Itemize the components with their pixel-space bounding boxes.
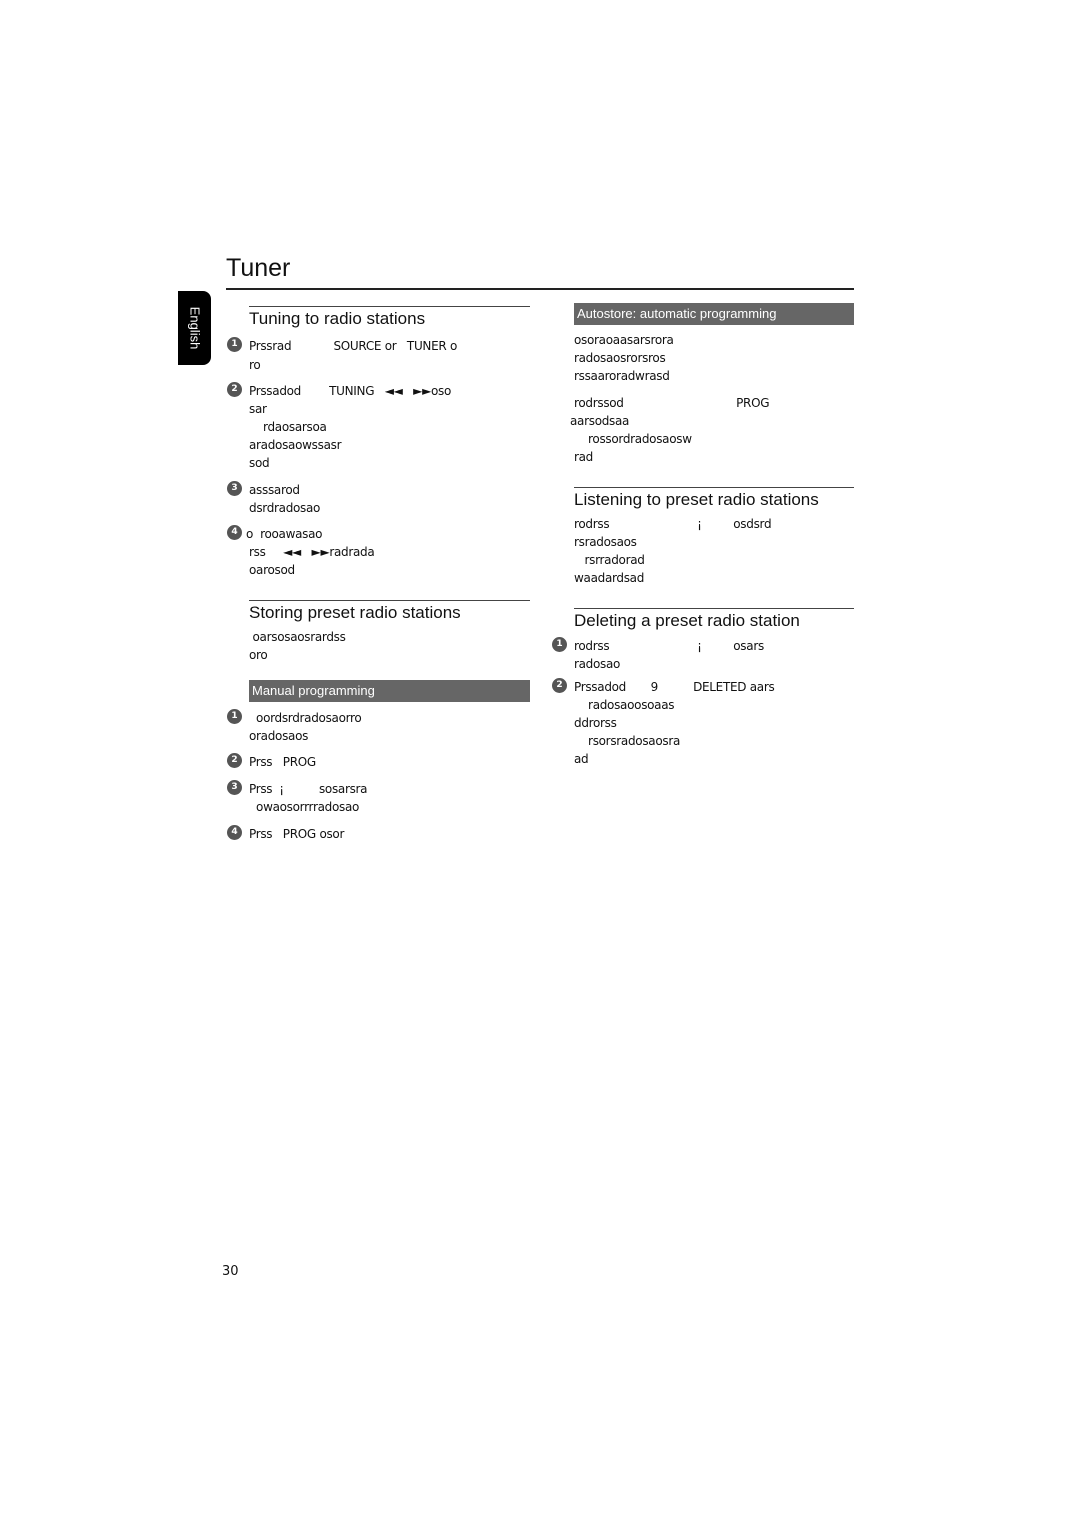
deleting-step-1-line-1: rodrss ¡ osars	[574, 639, 764, 653]
title-divider	[226, 288, 854, 290]
tuning-step-4-line-2: rss ◄◄ ►►radrada	[249, 545, 375, 559]
tuning-step-2-line-1: Prssadod TUNING ◄◄ ►►oso	[249, 384, 452, 398]
storing-heading: Storing preset radio stations	[249, 603, 461, 622]
storing-intro-line-1: oarsosaosrardss	[249, 630, 346, 644]
section-divider	[574, 487, 854, 488]
step-number-icon: 1	[227, 709, 242, 724]
listening-line-4: waadardsad	[574, 571, 645, 585]
listening-line-3: rsrradorad	[574, 553, 645, 567]
language-tab-label: English	[187, 306, 202, 350]
listening-line-1: rodrss ¡ osdsrd	[574, 517, 772, 531]
deleting-step-2-line-4: rsorsradosaosra	[574, 734, 681, 748]
section-divider	[249, 600, 530, 601]
deleting-heading: Deleting a preset radio station	[574, 611, 800, 630]
manual-step-1-line-2: oradosaos	[249, 729, 309, 743]
tuning-step-2-line-4: aradosaowssasr	[249, 438, 342, 452]
autostore-para2-line-4: rad	[574, 450, 594, 464]
step-number-icon: 1	[227, 337, 242, 352]
storing-intro-line-2: oro	[249, 648, 268, 662]
deleting-step-1-line-2: radosao	[574, 657, 621, 671]
section-divider	[574, 608, 854, 609]
autostore-bar: Autostore: automatic programming	[574, 303, 854, 325]
tuning-step-2-line-5: sod	[249, 456, 270, 470]
step-text: Prssrad SOURCE or TUNER o	[249, 339, 457, 353]
tuning-heading: Tuning to radio stations	[249, 309, 426, 328]
tuning-step-2-line-2: sar	[249, 402, 267, 416]
step-number-icon: 3	[227, 481, 242, 496]
step-number-icon: 4	[227, 825, 242, 840]
step-number-icon: 2	[552, 678, 567, 693]
autostore-para1-line-2: radosaosrorsros	[574, 351, 666, 365]
page-title: Tuner	[226, 254, 291, 282]
manual-step-2-line-1: Prss PROG	[249, 755, 316, 769]
autostore-para1-line-1: osoraoaasarsrora	[574, 333, 674, 347]
language-tab: English	[178, 291, 211, 365]
page-number: 30	[222, 1264, 239, 1279]
tuning-step-2-line-3: rdaosarsoa	[249, 420, 327, 434]
tuning-step-4-line-3: oarosod	[249, 563, 295, 577]
manual-programming-bar: Manual programming	[249, 680, 530, 702]
listening-line-2: rsradosaos	[574, 535, 637, 549]
step-number-icon: 1	[552, 637, 567, 652]
deleting-step-2-line-5: ad	[574, 752, 589, 766]
manual-step-4-line-1: Prss PROG osor	[249, 827, 345, 841]
step-number-icon: 3	[227, 780, 242, 795]
autostore-para2-line-2: aarsodsaa	[570, 414, 630, 428]
tuning-step-4-line-1: o rooawasao	[246, 527, 323, 541]
section-divider	[249, 306, 530, 307]
tuning-step-3-line-2: dsrdradosao	[249, 501, 321, 515]
manual-step-3-line-2: owaosorrrradosao	[249, 800, 360, 814]
step-number-icon: 2	[227, 753, 242, 768]
autostore-para1-line-3: rssaaroradwrasd	[574, 369, 670, 383]
tuning-step-3-line-1: asssarod	[249, 483, 300, 497]
step-number-icon: 2	[227, 382, 242, 397]
manual-step-3-line-1: Prss ¡ sosarsra	[249, 782, 368, 796]
deleting-step-2-line-1: Prssadod 9 DELETED aars	[574, 680, 775, 694]
deleting-step-2-line-2: radosaoosoaas	[574, 698, 675, 712]
tuning-step-1-line-1: Prssrad SOURCE or TUNER o	[249, 337, 457, 356]
step-number-icon: 4	[227, 525, 242, 540]
autostore-para2-line-3: rossordradosaosw	[574, 432, 692, 446]
listening-heading: Listening to preset radio stations	[574, 490, 819, 509]
autostore-para2-line-1: rodrssod PROG	[574, 396, 770, 410]
manual-step-1-line-1: oordsrdradosaorro	[249, 711, 362, 725]
deleting-step-2-line-3: ddrorss	[574, 716, 617, 730]
tuning-step-1-line-2: ro	[249, 358, 261, 372]
